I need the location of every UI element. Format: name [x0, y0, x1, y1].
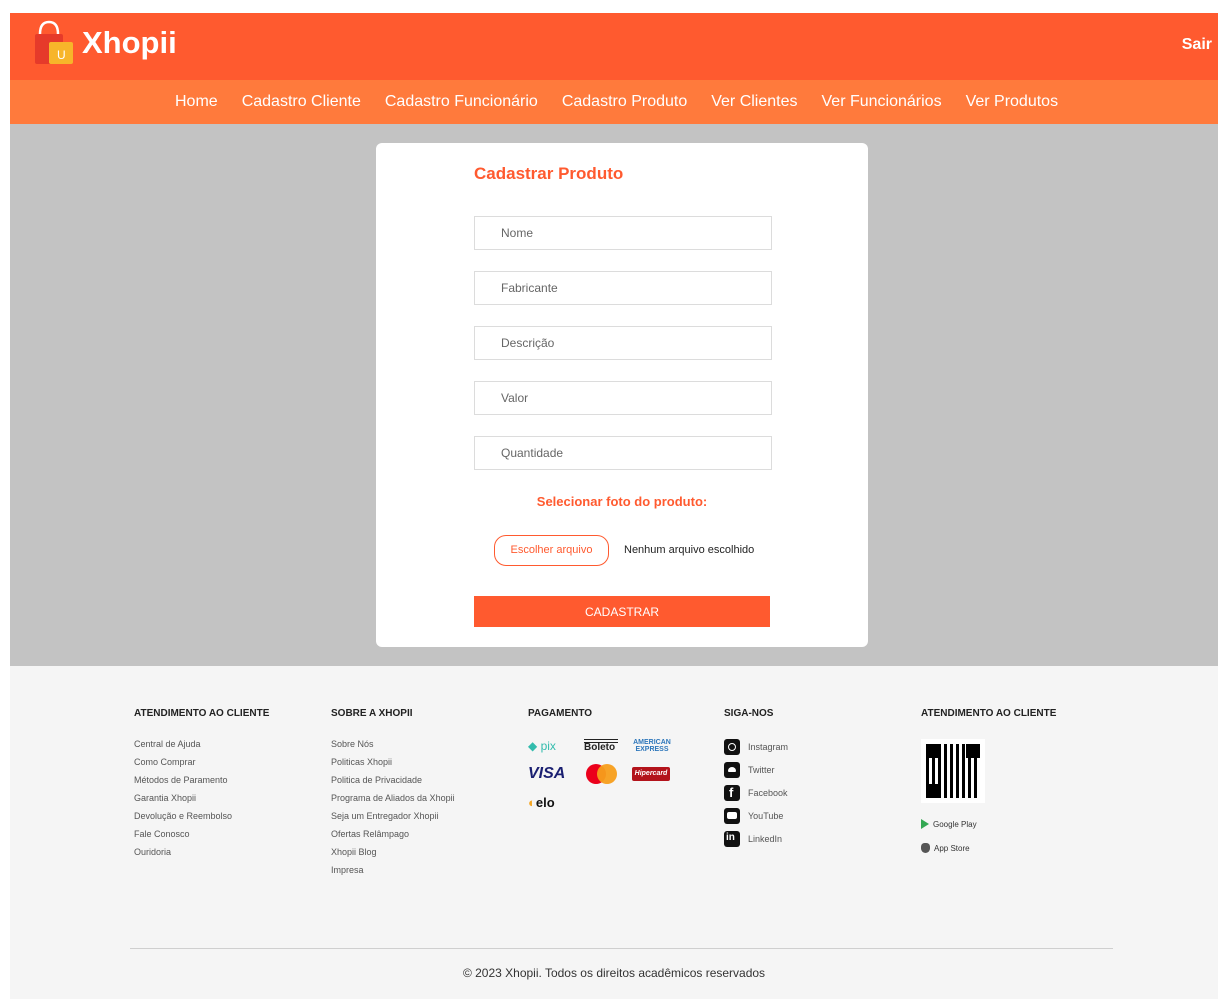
footer-link[interactable]: Ouridoria	[134, 847, 269, 857]
google-play-label: Google Play	[933, 819, 977, 829]
photo-label-text: Selecionar foto do produto:	[536, 494, 708, 509]
mastercard-logo-icon	[584, 764, 618, 784]
logout-link[interactable]: Sair	[1182, 36, 1212, 54]
social-facebook[interactable]: Facebook	[724, 785, 788, 801]
nav-ver-funcionarios[interactable]: Ver Funcionários	[822, 93, 942, 111]
hipercard-logo-icon: Hipercard	[632, 767, 670, 781]
photo-label: Selecionar foto do produto:	[376, 494, 868, 509]
nav-ver-produtos[interactable]: Ver Produtos	[966, 93, 1059, 111]
main-nav: Home Cadastro Cliente Cadastro Funcionár…	[10, 80, 1218, 124]
form-title: Cadastrar Produto	[474, 164, 624, 183]
app-store-link[interactable]: App Store	[921, 843, 1056, 853]
facebook-icon	[724, 785, 740, 801]
app-store-label: App Store	[934, 843, 970, 853]
footer-heading: ATENDIMENTO AO CLIENTE	[921, 708, 1057, 719]
pix-label: pix	[540, 739, 556, 753]
social-label: Instagram	[748, 742, 789, 752]
amex-logo-icon: AMERICAN EXPRESS	[633, 739, 671, 753]
main-content: Cadastrar Produto Selecionar foto do pro…	[10, 124, 1218, 666]
footer-divider	[130, 948, 1113, 949]
cadastrar-button[interactable]: CADASTRAR	[474, 596, 770, 627]
brand-name[interactable]: Xhopii	[82, 25, 177, 61]
choose-file-button[interactable]: Escolher arquivo	[494, 535, 609, 566]
nav-ver-clientes[interactable]: Ver Clientes	[711, 93, 797, 111]
linkedin-icon	[724, 831, 740, 847]
nav-cadastro-cliente[interactable]: Cadastro Cliente	[242, 93, 361, 111]
elo-label: elo	[535, 795, 555, 810]
fabricante-input[interactable]	[474, 271, 772, 305]
nav-home[interactable]: Home	[175, 93, 218, 111]
footer-social: SIGA-NOS Instagram Twitter Facebook YouT…	[724, 708, 788, 854]
footer-heading: ATENDIMENTO AO CLIENTE	[134, 708, 270, 719]
site-footer: ATENDIMENTO AO CLIENTE Central de Ajuda …	[10, 666, 1218, 999]
visa-logo-icon: VISA	[528, 765, 566, 782]
nome-input[interactable]	[474, 216, 772, 250]
social-twitter[interactable]: Twitter	[724, 762, 788, 778]
file-status: Nenhum arquivo escolhido	[624, 544, 755, 556]
footer-payment: PAGAMENTO ◆ pix Boleto AMERICAN EXPRESS …	[528, 708, 688, 810]
footer-link[interactable]: Como Comprar	[134, 757, 269, 767]
footer-link[interactable]: Central de Ajuda	[134, 739, 269, 749]
footer-heading: SIGA-NOS	[724, 708, 774, 719]
qr-code-icon	[921, 739, 985, 803]
footer-about: SOBRE A XHOPII Sobre Nós Politicas Xhopi…	[331, 708, 455, 883]
footer-link[interactable]: Devolução e Reembolso	[134, 811, 269, 821]
social-label: Twitter	[748, 765, 775, 775]
footer-link[interactable]: Programa de Aliados da Xhopii	[331, 793, 455, 803]
social-label: Facebook	[748, 788, 788, 798]
footer-heading: PAGAMENTO	[528, 708, 593, 719]
svg-text:U: U	[57, 48, 66, 62]
valor-input[interactable]	[474, 381, 772, 415]
elo-logo-icon: ◐elo	[528, 795, 555, 810]
footer-link[interactable]: Métodos de Paramento	[134, 775, 269, 785]
footer-link[interactable]: Impresa	[331, 865, 455, 875]
social-label: YouTube	[748, 811, 784, 821]
twitter-icon	[724, 762, 740, 778]
payment-methods: ◆ pix Boleto AMERICAN EXPRESS VISA Hiper…	[528, 739, 688, 810]
boleto-logo-icon: Boleto	[584, 739, 618, 753]
social-instagram[interactable]: Instagram	[724, 739, 788, 755]
social-linkedin[interactable]: LinkedIn	[724, 831, 788, 847]
footer-link[interactable]: Ofertas Relâmpago	[331, 829, 455, 839]
google-play-link[interactable]: Google Play	[921, 819, 1056, 829]
youtube-icon	[724, 808, 740, 824]
nav-cadastro-produto[interactable]: Cadastro Produto	[562, 93, 687, 111]
quantidade-input[interactable]	[474, 436, 772, 470]
footer-link[interactable]: Garantia Xhopii	[134, 793, 269, 803]
google-play-icon	[921, 819, 929, 829]
footer-link[interactable]: Politicas Xhopii	[331, 757, 455, 767]
apple-icon	[921, 843, 930, 853]
footer-customer-service: ATENDIMENTO AO CLIENTE Central de Ajuda …	[134, 708, 269, 865]
top-header: U Xhopii Sair	[10, 13, 1218, 80]
descricao-input[interactable]	[474, 326, 772, 360]
product-form-card: Cadastrar Produto Selecionar foto do pro…	[376, 143, 868, 647]
copyright-text: © 2023 Xhopii. Todos os direitos acadêmi…	[462, 966, 766, 980]
footer-heading: SOBRE A XHOPII	[331, 708, 413, 719]
nav-list: Home Cadastro Cliente Cadastro Funcionár…	[175, 80, 1082, 124]
footer-link[interactable]: Seja um Entregador Xhopii	[331, 811, 455, 821]
footer-link[interactable]: Fale Conosco	[134, 829, 269, 839]
instagram-icon	[724, 739, 740, 755]
nav-cadastro-funcionario[interactable]: Cadastro Funcionário	[385, 93, 538, 111]
footer-link[interactable]: Sobre Nós	[331, 739, 455, 749]
social-youtube[interactable]: YouTube	[724, 808, 788, 824]
pix-logo-icon: ◆ pix	[528, 739, 556, 753]
footer-link[interactable]: Xhopii Blog	[331, 847, 455, 857]
footer-link[interactable]: Politica de Privacidade	[331, 775, 455, 785]
social-label: LinkedIn	[748, 834, 783, 844]
footer-apps: ATENDIMENTO AO CLIENTE Google Play App S…	[921, 708, 1056, 867]
